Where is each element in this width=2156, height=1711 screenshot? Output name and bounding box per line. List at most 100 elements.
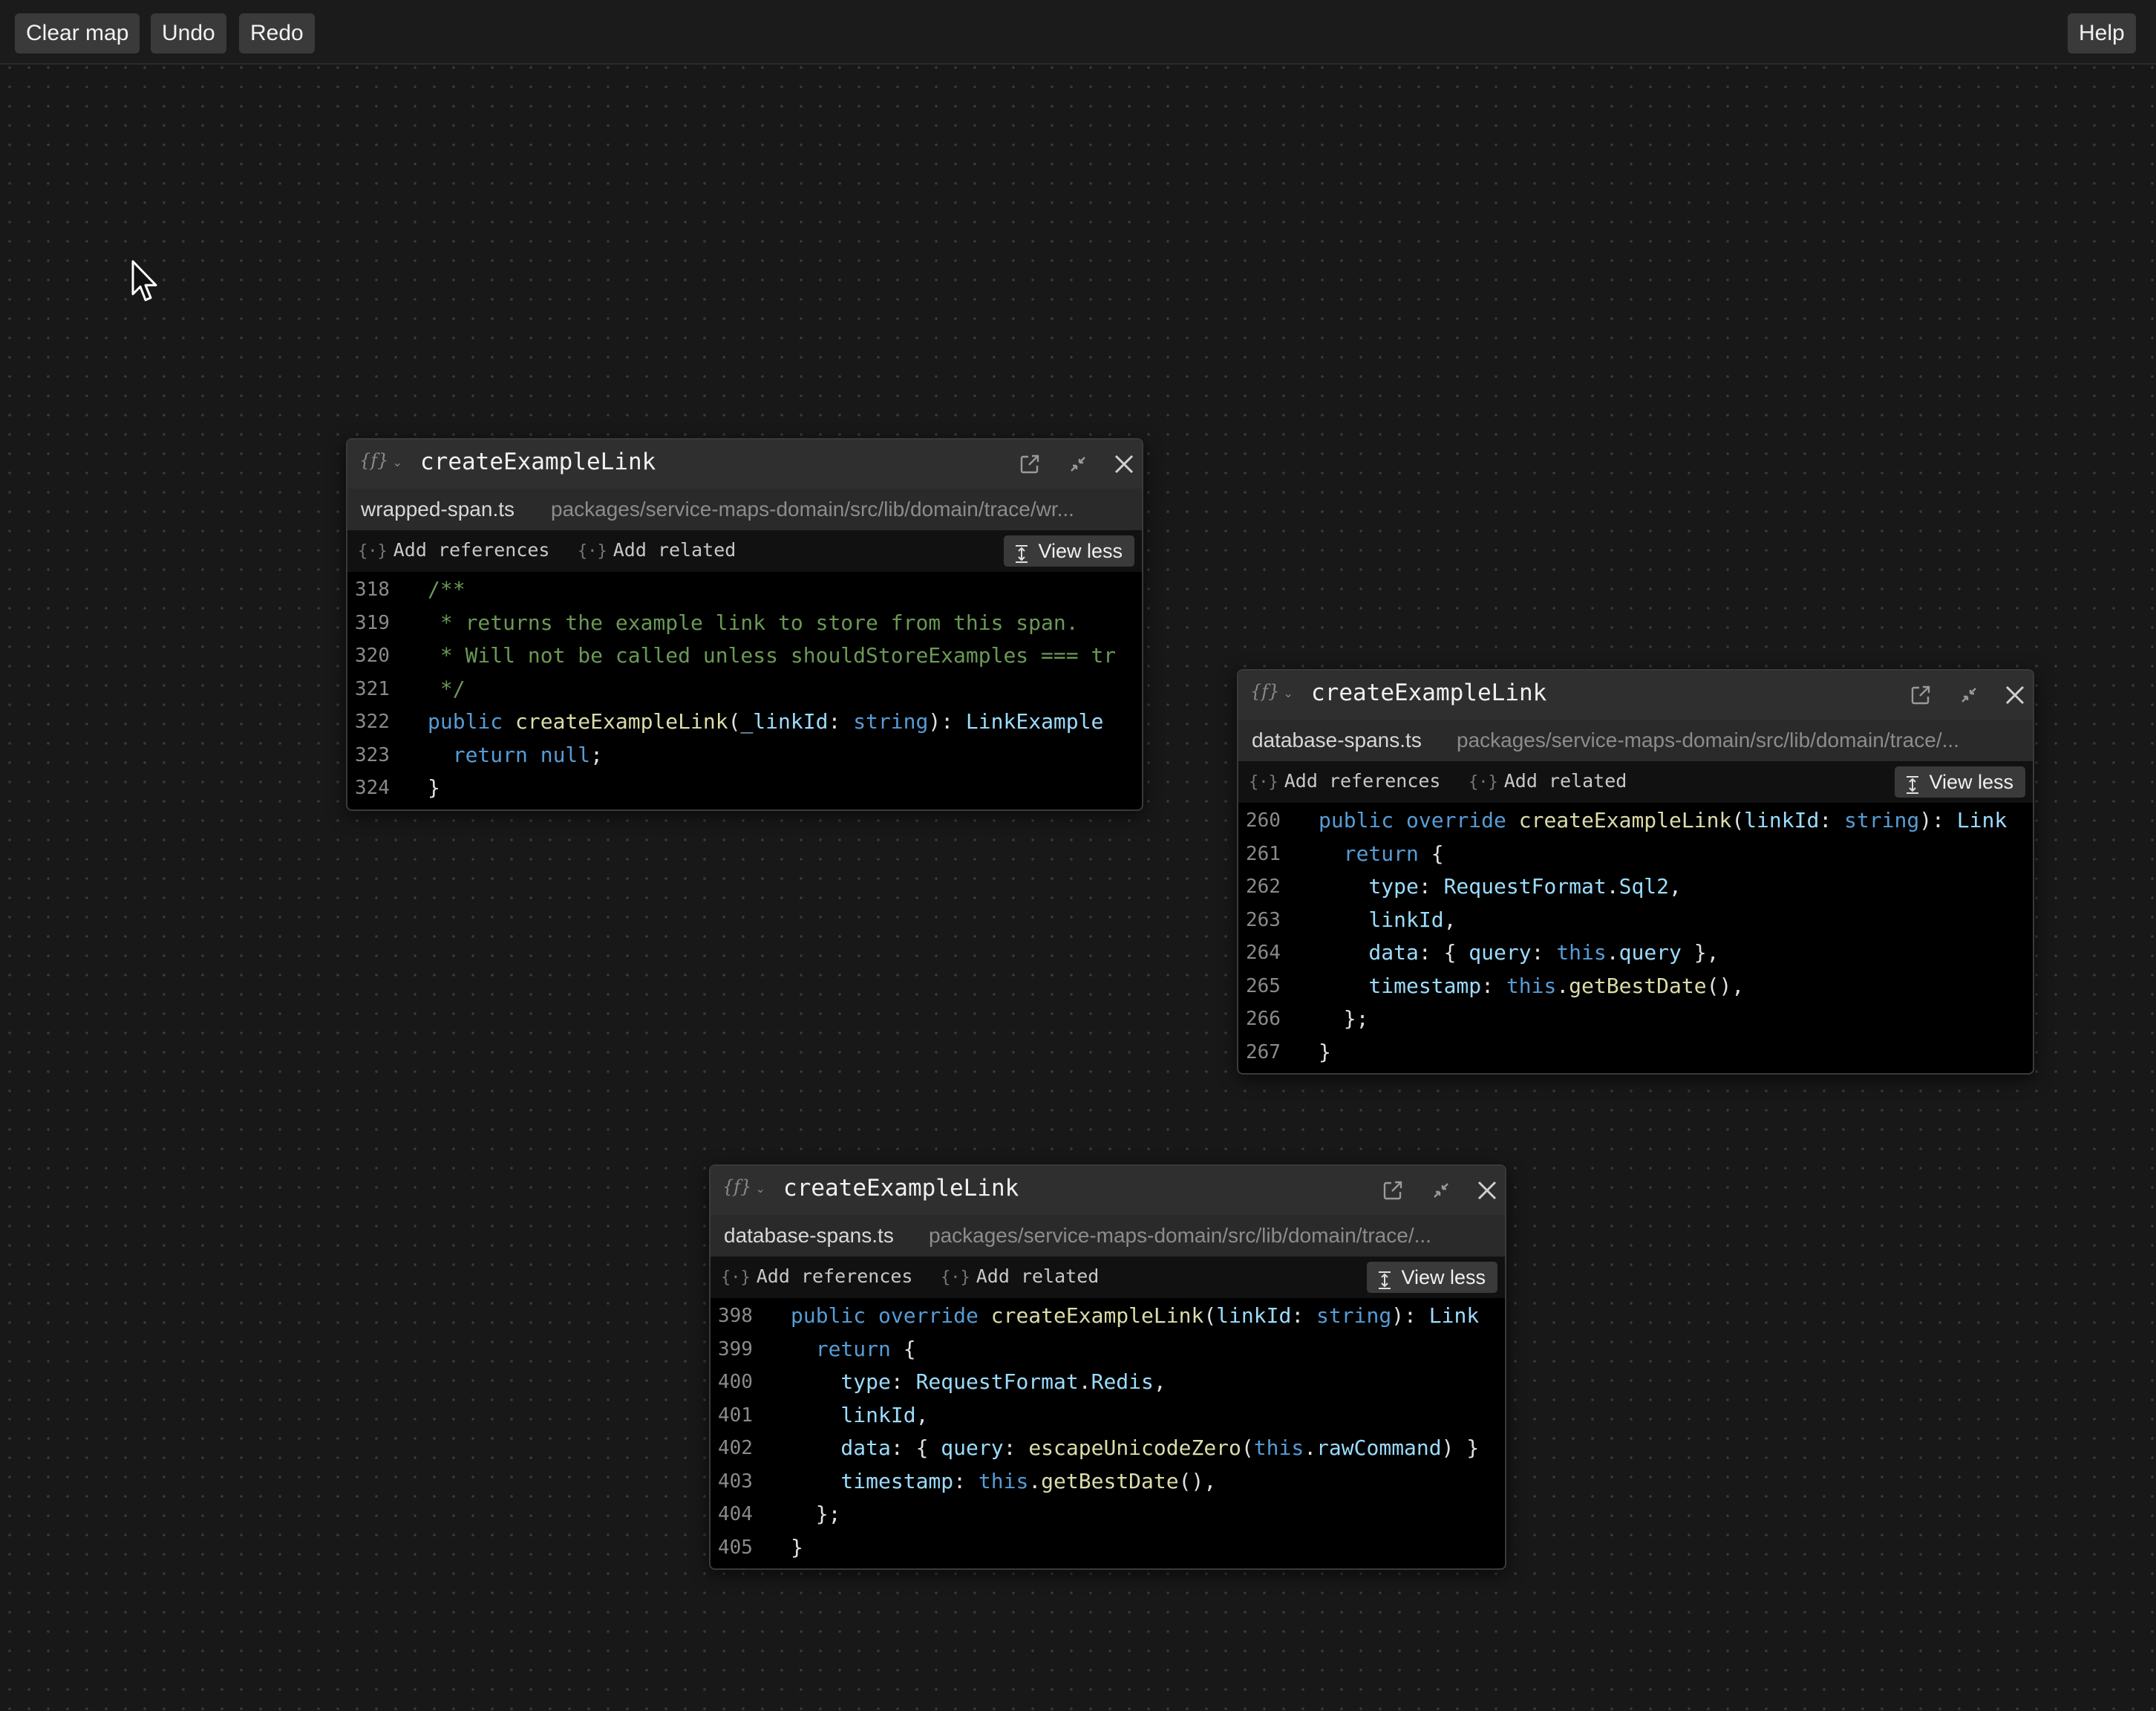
- action-row: {·} Add references {·} Add related View less: [710, 1257, 1505, 1298]
- line-number: 261: [1246, 842, 1281, 865]
- add-references-button[interactable]: {·} Add references: [358, 539, 549, 561]
- code-line: 263 linkId,: [1238, 904, 2033, 937]
- code-text: return null;: [428, 739, 603, 772]
- code-line: 399 return {: [710, 1333, 1505, 1366]
- code-token: linkId: [791, 1402, 916, 1427]
- code-card[interactable]: {f} ⌄ createExampleLink database-spans.ts p…: [1237, 669, 2034, 1075]
- code-token: };: [1319, 1006, 1369, 1031]
- external-link-icon[interactable]: [1909, 683, 1933, 707]
- external-link-icon[interactable]: [1018, 452, 1042, 476]
- code-token: .: [1606, 874, 1619, 899]
- add-references-button[interactable]: {·} Add references: [721, 1265, 912, 1287]
- action-row: {·} Add references {·} Add related View less: [1238, 761, 2033, 803]
- braces-icon: {·}: [578, 542, 607, 561]
- view-less-button[interactable]: View less: [1367, 1262, 1497, 1293]
- code-text: linkId,: [791, 1399, 928, 1433]
- collapse-icon[interactable]: [1066, 452, 1090, 476]
- code-token: escapeUnicodeZero: [1028, 1435, 1241, 1460]
- file-name[interactable]: wrapped-span.ts: [361, 498, 514, 521]
- function-icon[interactable]: {f} ⌄: [359, 450, 402, 471]
- close-icon[interactable]: [2003, 683, 2027, 707]
- code-token: return: [428, 742, 540, 767]
- mouse-cursor-icon: [131, 260, 160, 304]
- code-token: string: [1316, 1303, 1392, 1328]
- card-header[interactable]: {f} ⌄ createExampleLink: [1238, 671, 2033, 720]
- code-token: type: [1319, 874, 1419, 899]
- line-number: 403: [718, 1470, 753, 1493]
- function-icon[interactable]: {f} ⌄: [722, 1176, 765, 1197]
- code-token: Link: [1956, 808, 2008, 832]
- line-number: 399: [718, 1337, 753, 1360]
- code-card[interactable]: {f} ⌄ createExampleLink wrapped-span.ts pac…: [346, 438, 1143, 811]
- code-line: 265 timestamp: this.getBestDate(),: [1238, 970, 2033, 1003]
- undo-button[interactable]: Undo: [151, 13, 226, 53]
- code-token: return: [791, 1336, 904, 1361]
- card-header[interactable]: {f} ⌄ createExampleLink: [710, 1166, 1505, 1215]
- code-token: ):: [1919, 808, 1957, 832]
- add-related-button[interactable]: {·} Add related: [578, 539, 736, 561]
- code-token: override: [878, 1303, 991, 1328]
- code-block[interactable]: 260 public override createExampleLink(lin…: [1238, 803, 2033, 1073]
- view-less-button[interactable]: View less: [1895, 766, 2025, 798]
- clear-map-button[interactable]: Clear map: [15, 13, 140, 53]
- code-token: createExampleLink: [1518, 808, 1732, 832]
- code-text: public override createExampleLink(linkId…: [1319, 804, 2007, 838]
- file-name[interactable]: database-spans.ts: [1252, 729, 1422, 752]
- file-path: packages/service-maps-domain/src/lib/dom…: [551, 498, 1074, 521]
- code-text: /**: [428, 573, 466, 607]
- braces-icon: {·}: [1469, 773, 1498, 792]
- code-token: this: [978, 1468, 1029, 1493]
- code-token: ;: [590, 742, 604, 767]
- code-token: this: [1253, 1435, 1304, 1460]
- code-line: 323 return null;: [347, 739, 1142, 772]
- collapse-icon[interactable]: [1429, 1179, 1453, 1202]
- code-token: .: [1606, 940, 1619, 965]
- redo-button[interactable]: Redo: [239, 13, 315, 53]
- code-text: * Will not be called unless shouldStoreE…: [428, 639, 1116, 673]
- add-related-button[interactable]: {·} Add related: [941, 1265, 1099, 1287]
- code-line: 404 };: [710, 1498, 1505, 1531]
- code-token: this: [1506, 973, 1557, 998]
- code-line: 318 /**: [347, 573, 1142, 607]
- code-token: ,: [1669, 874, 1682, 899]
- code-token: LinkExample: [965, 709, 1104, 734]
- code-token: .: [1028, 1468, 1042, 1493]
- file-name[interactable]: database-spans.ts: [724, 1224, 894, 1248]
- add-related-button[interactable]: {·} Add related: [1469, 770, 1627, 792]
- code-block[interactable]: 398 public override createExampleLink(lin…: [710, 1298, 1505, 1568]
- code-text: };: [1319, 1003, 1369, 1036]
- add-references-button[interactable]: {·} Add references: [1249, 770, 1440, 792]
- close-icon[interactable]: [1475, 1179, 1499, 1202]
- line-number: 263: [1246, 908, 1281, 931]
- collapse-icon[interactable]: [1957, 683, 1981, 707]
- code-text: public createExampleLink(_linkId: string…: [428, 705, 1103, 739]
- code-token: data: [791, 1435, 891, 1460]
- file-path-row: database-spans.ts packages/service-maps-d…: [1238, 720, 2033, 761]
- code-token: * returns the example link to store from…: [428, 610, 1079, 635]
- code-token: Redis: [1091, 1369, 1154, 1394]
- line-number: 320: [355, 645, 390, 667]
- file-path: packages/service-maps-domain/src/lib/dom…: [1457, 729, 1959, 752]
- code-card[interactable]: {f} ⌄ createExampleLink database-spans.ts p…: [709, 1164, 1506, 1570]
- code-text: public override createExampleLink(linkId…: [791, 1300, 1479, 1333]
- code-text: };: [791, 1498, 841, 1531]
- code-token: (: [1241, 1435, 1254, 1460]
- code-line: 402 data: { query: escapeUnicodeZero(thi…: [710, 1432, 1505, 1465]
- code-token: ,: [1153, 1369, 1166, 1394]
- external-link-icon[interactable]: [1381, 1179, 1405, 1202]
- code-text: */: [428, 673, 466, 706]
- code-token: }: [1319, 1039, 1331, 1064]
- code-token: : {: [1418, 940, 1469, 965]
- card-header[interactable]: {f} ⌄ createExampleLink: [347, 440, 1142, 489]
- close-icon[interactable]: [1112, 452, 1136, 476]
- card-title: createExampleLink: [420, 449, 656, 475]
- code-token: public: [1319, 808, 1407, 832]
- line-number: 404: [718, 1503, 753, 1525]
- code-text: type: RequestFormat.Sql2,: [1319, 870, 1682, 904]
- code-line: 267}: [1238, 1036, 2033, 1069]
- help-button[interactable]: Help: [2068, 13, 2136, 53]
- code-block[interactable]: 318 /** 319 * returns the example link to …: [347, 572, 1142, 809]
- function-icon[interactable]: {f} ⌄: [1250, 681, 1293, 702]
- code-token: this: [1556, 940, 1607, 965]
- view-less-button[interactable]: View less: [1004, 535, 1134, 567]
